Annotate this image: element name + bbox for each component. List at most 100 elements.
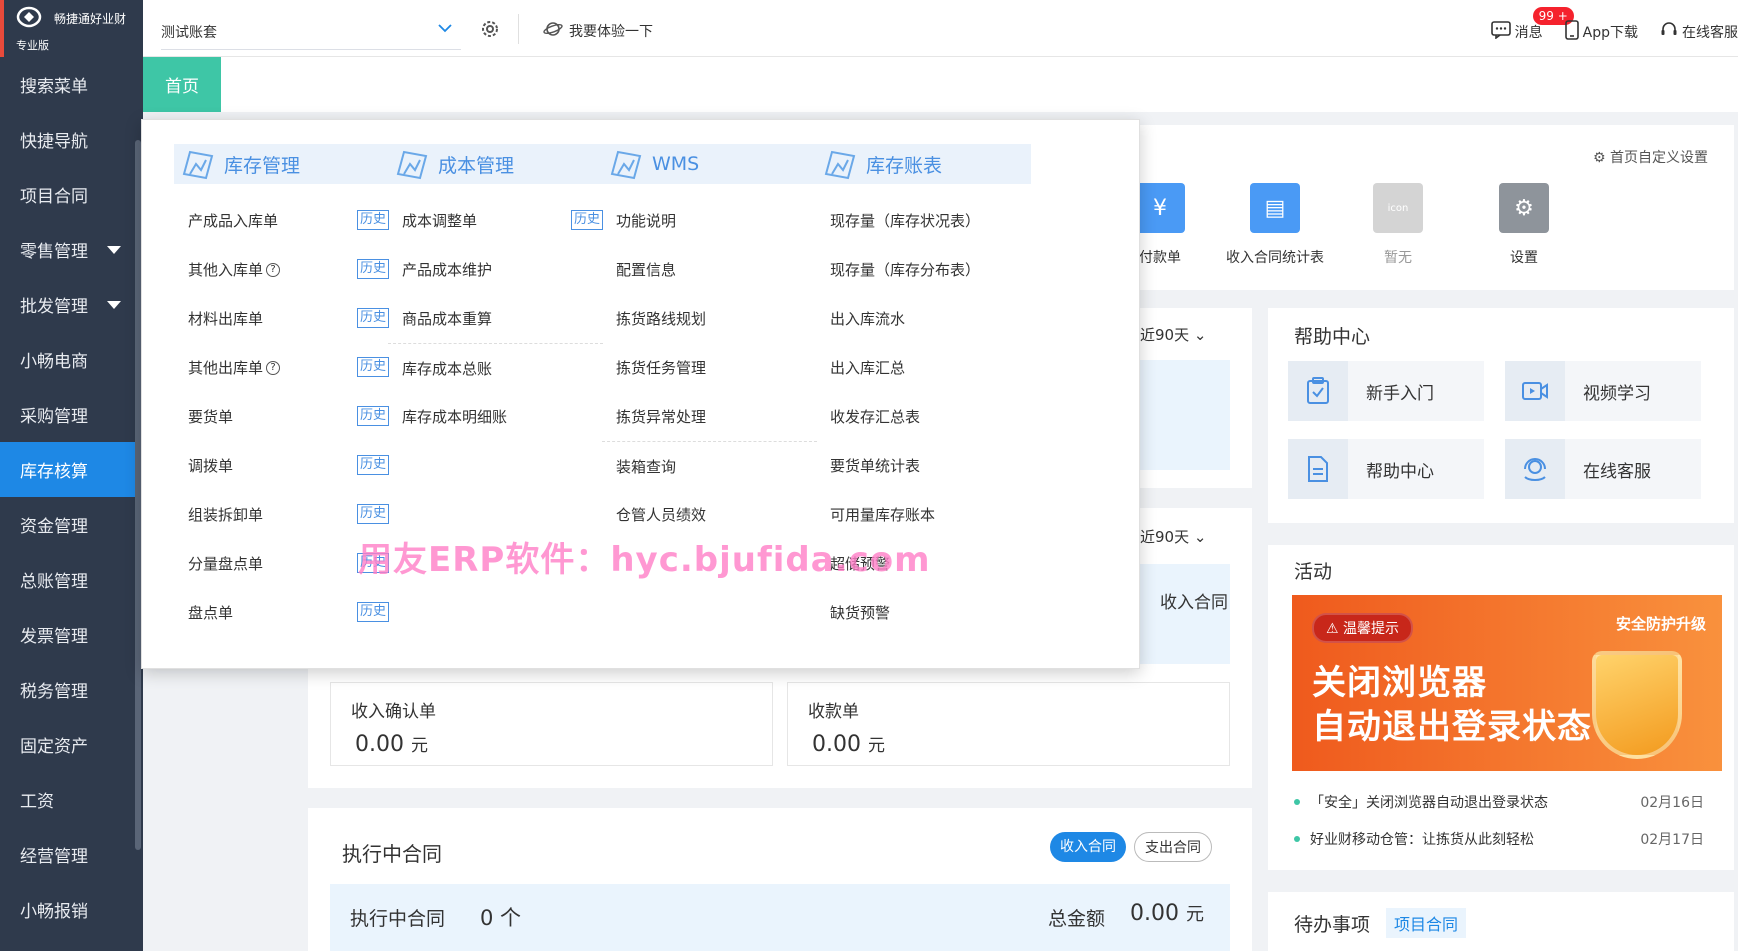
- quick-item-income-contract-stats[interactable]: ▤ 收入合同统计表: [1210, 183, 1340, 267]
- mega-menu-item[interactable]: 成本调整单 历史: [388, 196, 603, 245]
- mega-menu-item[interactable]: 现存量（库存分布表）: [816, 245, 1031, 294]
- sidebar-item[interactable]: 税务管理: [0, 662, 143, 717]
- mega-menu-item[interactable]: 拣货路线规划: [602, 294, 817, 343]
- help-item-video[interactable]: 视频学习: [1505, 361, 1701, 421]
- mega-menu-item[interactable]: 拣货异常处理: [602, 392, 817, 441]
- sidebar-item[interactable]: 资金管理: [0, 497, 143, 552]
- sidebar-item[interactable]: 总账管理: [0, 552, 143, 607]
- history-button[interactable]: 历史: [356, 602, 389, 622]
- mega-menu-item-label: 配置信息: [616, 261, 677, 279]
- todo-tag-project-contract[interactable]: 项目合同: [1386, 908, 1467, 938]
- placeholder-icon: icon: [1373, 183, 1423, 233]
- mega-menu-item[interactable]: 出入库流水: [816, 294, 1031, 343]
- help-question-icon[interactable]: ?: [266, 360, 281, 375]
- top-right-actions: 消息 99 + App下载 在线客服: [1490, 7, 1738, 44]
- mega-menu-item[interactable]: 装箱查询: [602, 441, 817, 490]
- tab-home[interactable]: 首页: [143, 57, 221, 112]
- messages-button[interactable]: 消息 99 +: [1490, 7, 1574, 43]
- planet-icon: [543, 20, 563, 42]
- sidebar-item[interactable]: 经营管理: [0, 827, 143, 882]
- app-download-label: App下载: [1582, 25, 1638, 41]
- help-item-getting-started[interactable]: 新手入门: [1288, 361, 1484, 421]
- message-icon: [1490, 21, 1511, 43]
- online-service-button[interactable]: 在线客服: [1660, 21, 1738, 43]
- brand-logo-icon: [16, 6, 42, 28]
- history-button[interactable]: 历史: [356, 357, 389, 377]
- mega-menu-item[interactable]: 产品成本维护: [388, 245, 603, 294]
- tab-bar: 首页: [143, 57, 1738, 112]
- pill-income-contract[interactable]: 收入合同: [1050, 832, 1126, 862]
- mega-menu-item[interactable]: 库存成本总账: [388, 343, 603, 392]
- quick-item-label: 暂无: [1384, 250, 1412, 266]
- help-item-help-center[interactable]: 帮助中心: [1288, 439, 1484, 499]
- sidebar-item[interactable]: 小畅电商: [0, 332, 143, 387]
- mega-menu-item[interactable]: 库存成本明细账: [388, 392, 603, 441]
- mega-menu-item-label: 缺货预警: [830, 604, 891, 622]
- topbar-divider: [518, 14, 519, 44]
- contracts-title: 执行中合同: [342, 842, 442, 866]
- sidebar-item-label: 库存核算: [20, 462, 88, 482]
- mega-menu-item[interactable]: 出入库汇总: [816, 343, 1031, 392]
- mega-menu-item[interactable]: 调拨单 历史: [174, 441, 389, 490]
- history-button[interactable]: 历史: [356, 504, 389, 524]
- pill-expense-contract[interactable]: 支出合同: [1134, 832, 1212, 862]
- income-confirm-box[interactable]: 收入确认单 0.00 元: [330, 682, 773, 766]
- account-settings-gear-icon[interactable]: [479, 18, 501, 40]
- mega-menu-item[interactable]: 分量盘点单 历史: [174, 539, 389, 588]
- news-item[interactable]: 「安全」关闭浏览器自动退出登录状态 02月16日: [1294, 792, 1704, 812]
- receipt-box[interactable]: 收款单 0.00 元: [787, 682, 1230, 766]
- contracts-card: 执行中合同 收入合同 支出合同 执行中合同 0 个 总金额 0.00 元: [308, 808, 1252, 951]
- try-experience-link[interactable]: 我要体验一下: [543, 20, 653, 42]
- income-contract-partial: 收入合同: [1160, 593, 1228, 613]
- account-select[interactable]: 测试账套: [161, 12, 461, 50]
- mega-menu-item-label: 现存量（库存分布表）: [830, 261, 981, 279]
- news-item[interactable]: 好业财移动仓管：让拣货从此刻轻松 02月17日: [1294, 829, 1704, 849]
- sidebar-item[interactable]: 库存核算: [0, 442, 143, 497]
- mega-menu-item[interactable]: 配置信息: [602, 245, 817, 294]
- mega-menu-item[interactable]: 商品成本重算: [388, 294, 603, 343]
- sidebar-item[interactable]: 批发管理: [0, 277, 143, 332]
- sidebar-item[interactable]: 固定资产: [0, 717, 143, 772]
- app-download-button[interactable]: App下载: [1564, 20, 1638, 44]
- help-question-icon[interactable]: ?: [266, 262, 281, 277]
- mega-menu-item[interactable]: 拣货任务管理: [602, 343, 817, 392]
- history-button[interactable]: 历史: [570, 210, 603, 230]
- help-item-online-service[interactable]: 在线客服: [1505, 439, 1701, 499]
- mega-menu-item[interactable]: 其他出库单? 历史: [174, 343, 389, 392]
- range-select-2[interactable]: 近90天 ⌄: [1140, 526, 1206, 547]
- mega-menu-item[interactable]: 盘点单 历史: [174, 588, 389, 637]
- history-button[interactable]: 历史: [356, 455, 389, 475]
- mega-menu-column-title: WMS: [652, 153, 700, 175]
- history-button[interactable]: 历史: [356, 259, 389, 279]
- sidebar-item[interactable]: 快捷导航: [0, 112, 143, 167]
- history-button[interactable]: 历史: [356, 308, 389, 328]
- app-logo[interactable]: 畅捷通好业财 专业版: [0, 0, 143, 57]
- sidebar-item[interactable]: 项目合同: [0, 167, 143, 222]
- sidebar-item[interactable]: 采购管理: [0, 387, 143, 442]
- mega-menu-item[interactable]: 功能说明: [602, 196, 817, 245]
- quick-item-label: 收入合同统计表: [1226, 250, 1324, 266]
- sidebar-item[interactable]: 零售管理: [0, 222, 143, 277]
- sidebar-item[interactable]: 小畅报销: [0, 882, 143, 937]
- mega-menu-item[interactable]: 收发存汇总表: [816, 392, 1031, 441]
- activity-banner[interactable]: ⚠ 温馨提示 安全防护升级 关闭浏览器 自动退出登录状态: [1292, 595, 1722, 771]
- sidebar-item-label: 批发管理: [20, 297, 88, 317]
- range-select-1[interactable]: 近90天 ⌄: [1140, 324, 1206, 345]
- mega-menu-item[interactable]: 组装拆卸单 历史: [174, 490, 389, 539]
- sidebar-item[interactable]: 工资: [0, 772, 143, 827]
- mega-menu-item[interactable]: 材料出库单 历史: [174, 294, 389, 343]
- mega-menu-item[interactable]: 缺货预警: [816, 588, 1031, 637]
- mega-menu-item[interactable]: 产成品入库单 历史: [174, 196, 389, 245]
- mega-menu-item-label: 要货单: [188, 408, 234, 426]
- history-button[interactable]: 历史: [356, 406, 389, 426]
- help-item-label: 帮助中心: [1366, 462, 1434, 482]
- mega-menu-item[interactable]: 其他入库单? 历史: [174, 245, 389, 294]
- sidebar-item[interactable]: 发票管理: [0, 607, 143, 662]
- homepage-customize-link[interactable]: ⚙ 首页自定义设置: [1593, 147, 1708, 167]
- mega-menu-item[interactable]: 现存量（库存状况表）: [816, 196, 1031, 245]
- mega-menu-item[interactable]: 要货单 历史: [174, 392, 389, 441]
- history-button[interactable]: 历史: [356, 210, 389, 230]
- mega-menu-item[interactable]: 要货单统计表: [816, 441, 1031, 490]
- quick-item-settings[interactable]: ⚙ 设置: [1474, 183, 1574, 267]
- sidebar-item[interactable]: 搜索菜单: [0, 57, 143, 112]
